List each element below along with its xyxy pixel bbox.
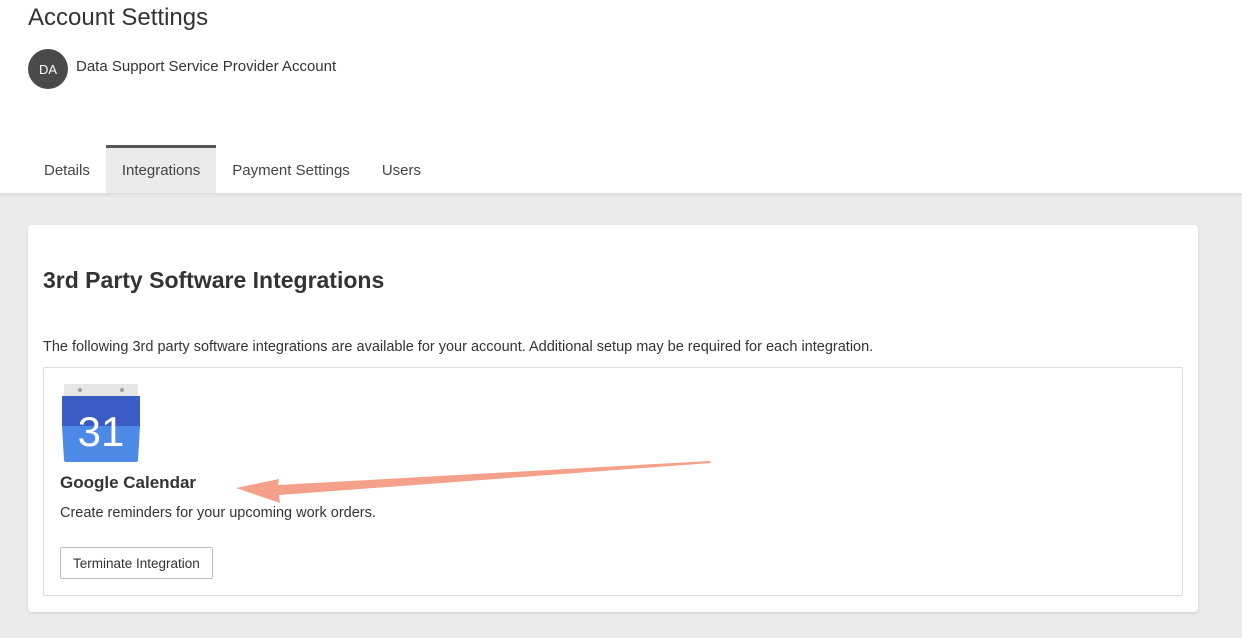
account-name: Data Support Service Provider Account <box>76 57 337 75</box>
integration-description: Create reminders for your upcoming work … <box>60 505 376 521</box>
page-title: Account Settings <box>28 4 209 31</box>
tab-bar: Details Integrations Payment Settings Us… <box>28 145 437 193</box>
integration-item: 31 Google Calendar Create reminders for … <box>43 367 1183 596</box>
tab-payment-settings[interactable]: Payment Settings <box>216 145 366 193</box>
calendar-icon-number: 31 <box>78 408 125 455</box>
integrations-card: 3rd Party Software Integrations The foll… <box>28 225 1198 612</box>
tab-users[interactable]: Users <box>366 145 437 193</box>
tab-details[interactable]: Details <box>28 145 106 193</box>
account-info: DA Data Support Service Provider Account <box>28 49 336 89</box>
tab-integrations[interactable]: Integrations <box>105 145 217 193</box>
integration-name: Google Calendar <box>60 473 197 492</box>
avatar: DA <box>28 49 68 89</box>
card-title: 3rd Party Software Integrations <box>43 267 385 293</box>
page-header: Account Settings DA Data Support Service… <box>0 0 1242 193</box>
card-description: The following 3rd party software integra… <box>43 339 874 355</box>
terminate-integration-button[interactable]: Terminate Integration <box>60 547 213 579</box>
google-calendar-icon: 31 <box>62 384 140 462</box>
